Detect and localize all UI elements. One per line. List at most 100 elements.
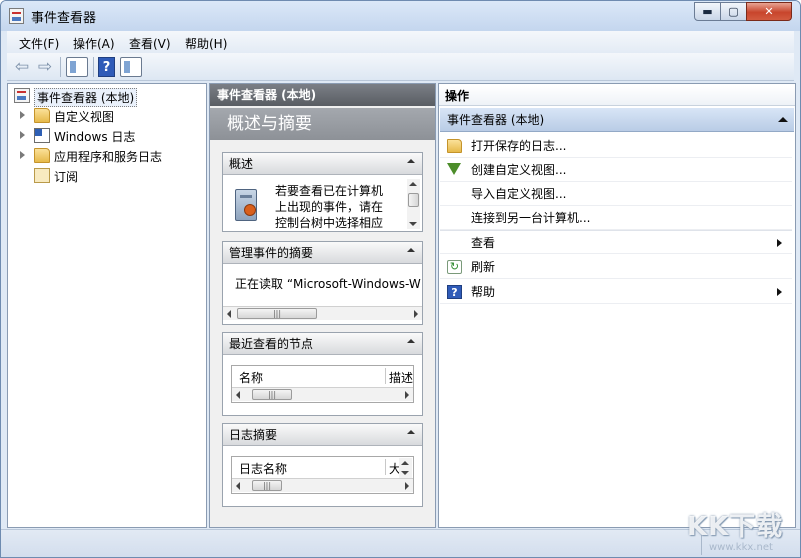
minimize-button[interactable]: ▬ — [694, 2, 721, 21]
title-bar[interactable]: 事件查看器 ▬ ▢ ✕ — [1, 1, 800, 31]
section-header[interactable]: 概述 — [223, 153, 422, 175]
scroll-right-icon[interactable] — [405, 482, 409, 490]
overview-line: 控制台树中选择相应 — [275, 216, 384, 230]
action-label: 查看 — [471, 236, 496, 250]
tree-item-windows-logs[interactable]: Windows 日志 — [12, 127, 202, 145]
menu-file[interactable]: 文件(F) — [19, 35, 59, 52]
action-view[interactable]: 查看 — [440, 230, 792, 254]
scroll-right-icon[interactable] — [405, 391, 409, 399]
scroll-down-icon[interactable] — [409, 222, 417, 226]
scroll-thumb[interactable]: ||| — [252, 389, 292, 400]
scroll-thumb[interactable]: ||| — [252, 480, 282, 491]
action-create-custom-view[interactable]: 创建自定义视图... — [440, 158, 792, 182]
overview-line: 若要查看已在计算机 — [275, 184, 384, 198]
scroll-thumb[interactable]: ||| — [237, 308, 317, 319]
watermark-logo: KK下载 — [687, 512, 784, 542]
action-refresh[interactable]: ↻ 刷新 — [440, 255, 792, 279]
actions-group-title: 事件查看器 (本地) — [447, 113, 545, 127]
overview-body: 若要查看已在计算机 上出现的事件，请在 控制台树中选择相应 — [223, 175, 422, 231]
column-divider — [385, 459, 386, 475]
expand-icon[interactable] — [20, 131, 25, 139]
managed-body: 正在读取 “Microsoft-Windows-W ||| — [223, 264, 422, 324]
section-title: 最近查看的节点 — [229, 337, 314, 351]
collapse-icon[interactable] — [407, 430, 415, 434]
show-hide-action-icon[interactable] — [120, 57, 142, 77]
toolbar-separator — [60, 57, 61, 77]
section-title: 概述 — [229, 157, 254, 171]
maximize-button[interactable]: ▢ — [720, 2, 747, 21]
action-help[interactable]: ? 帮助 — [440, 280, 792, 304]
collapse-icon[interactable] — [407, 248, 415, 252]
section-header[interactable]: 最近查看的节点 — [223, 333, 422, 355]
overview-line: 上出现的事件，请在 — [275, 200, 384, 214]
scroll-thumb[interactable] — [408, 193, 419, 207]
action-label: 导入自定义视图... — [471, 187, 567, 201]
scroll-left-icon[interactable] — [236, 482, 240, 490]
menu-help[interactable]: 帮助(H) — [185, 35, 227, 52]
scroll-down-icon[interactable] — [401, 471, 409, 475]
scroll-left-icon[interactable] — [227, 310, 231, 318]
scroll-up-icon[interactable] — [409, 182, 417, 186]
section-header[interactable]: 管理事件的摘要 — [223, 242, 422, 264]
actions-pane: 操作 事件查看器 (本地) 打开保存的日志... 创建自定义视图... 导入自定… — [438, 83, 796, 528]
action-label: 帮助 — [471, 285, 496, 299]
overview-pane: 事件查看器 (本地) 概述与摘要 概述 若要查看已在计算机 上出现的事件，请在 … — [209, 83, 436, 528]
overview-scrollbar[interactable] — [407, 179, 420, 229]
tree-root-label: 事件查看器 (本地) — [34, 88, 138, 107]
forward-arrow-icon[interactable]: ⇨ — [34, 57, 56, 77]
log-summary-hscrollbar[interactable]: ||| — [232, 478, 413, 492]
log-summary-section: 日志摘要 日志名称 大 ||| — [222, 423, 423, 507]
expand-icon[interactable] — [20, 111, 25, 119]
tree-item-label: 应用程序和服务日志 — [54, 150, 163, 164]
action-connect-computer[interactable]: 连接到另一台计算机... — [440, 206, 792, 230]
help-icon: ? — [447, 285, 462, 299]
action-label: 打开保存的日志... — [471, 139, 567, 153]
log-summary-vscrollbar[interactable] — [399, 458, 412, 478]
column-divider — [385, 368, 386, 384]
refresh-icon: ↻ — [447, 260, 462, 274]
tree-item-label: Windows 日志 — [54, 130, 136, 144]
collapse-icon[interactable] — [407, 159, 415, 163]
console-tree[interactable]: 事件查看器 (本地) 自定义视图 Windows 日志 应用程序和服务日志 订阅 — [7, 83, 207, 528]
overview-banner: 概述与摘要 — [210, 108, 435, 140]
collapse-icon[interactable] — [407, 339, 415, 343]
section-header[interactable]: 日志摘要 — [223, 424, 422, 446]
section-title: 管理事件的摘要 — [229, 246, 314, 260]
menu-view[interactable]: 查看(V) — [129, 35, 171, 52]
action-import-custom-view[interactable]: 导入自定义视图... — [440, 182, 792, 206]
open-log-icon — [447, 139, 462, 153]
toolbar: ⇦ ⇨ ? — [7, 53, 794, 81]
tree-item-app-service-logs[interactable]: 应用程序和服务日志 — [12, 147, 202, 165]
recent-nodes-section: 最近查看的节点 名称 描述 ||| — [222, 332, 423, 416]
folder-icon — [34, 148, 50, 163]
tree-root[interactable]: 事件查看器 (本地) — [12, 87, 202, 107]
menu-action[interactable]: 操作(A) — [73, 35, 115, 52]
action-label: 创建自定义视图... — [471, 163, 567, 177]
expand-icon[interactable] — [20, 151, 25, 159]
tree-item-subscriptions[interactable]: 订阅 — [12, 167, 202, 185]
scroll-up-icon[interactable] — [401, 461, 409, 465]
submenu-arrow-icon — [777, 239, 782, 247]
column-header-description[interactable]: 描述 — [389, 369, 413, 386]
managed-hscrollbar[interactable]: ||| — [223, 306, 422, 320]
event-viewer-window: 事件查看器 ▬ ▢ ✕ 文件(F) 操作(A) 查看(V) 帮助(H) ⇦ ⇨ … — [0, 0, 801, 558]
action-label: 连接到另一台计算机... — [471, 211, 591, 225]
recent-hscrollbar[interactable]: ||| — [232, 387, 413, 401]
action-open-saved-log[interactable]: 打开保存的日志... — [440, 134, 792, 158]
back-arrow-icon[interactable]: ⇦ — [11, 57, 33, 77]
column-header-log-name[interactable]: 日志名称 — [239, 460, 287, 477]
actions-header: 操作 — [439, 86, 795, 106]
scroll-right-icon[interactable] — [414, 310, 418, 318]
scroll-left-icon[interactable] — [236, 391, 240, 399]
collapse-icon[interactable] — [778, 117, 788, 122]
recent-nodes-list[interactable]: 名称 描述 ||| — [231, 365, 414, 403]
managed-status-text: 正在读取 “Microsoft-Windows-W — [235, 277, 421, 291]
windows-log-icon — [34, 128, 50, 143]
column-header-name[interactable]: 名称 — [239, 369, 263, 386]
actions-group-header[interactable]: 事件查看器 (本地) — [440, 108, 794, 132]
tree-item-custom-views[interactable]: 自定义视图 — [12, 107, 202, 125]
log-summary-list[interactable]: 日志名称 大 ||| — [231, 456, 414, 494]
show-hide-tree-icon[interactable] — [66, 57, 88, 77]
help-icon[interactable]: ? — [98, 57, 115, 77]
close-button[interactable]: ✕ — [746, 2, 792, 21]
